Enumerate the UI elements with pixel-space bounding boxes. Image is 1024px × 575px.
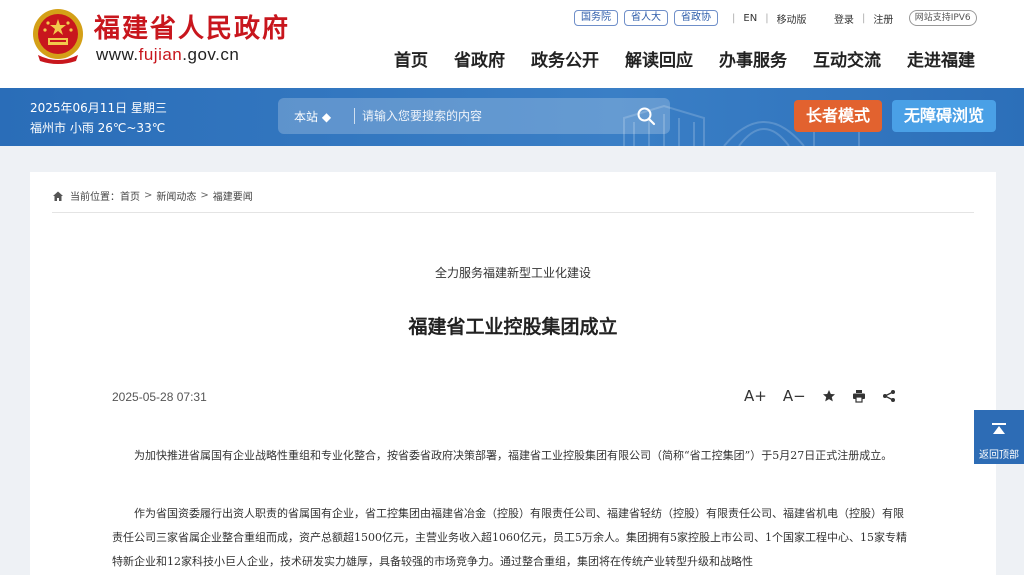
nav-home[interactable]: 首页 [394,46,428,71]
home-icon [53,191,63,201]
share-button[interactable] [882,386,896,406]
national-emblem-icon [33,9,83,64]
register-link[interactable]: 注册 [873,11,893,26]
breadcrumb-label: 当前位置： [70,192,120,203]
breadcrumb-home[interactable]: 首页 [120,188,140,203]
nav-government-affairs[interactable]: 政务公开 [531,46,599,71]
breadcrumb: 当前位置： 首页 > 新闻动态 > 福建要闻 [52,188,253,203]
breadcrumb-divider [52,212,974,213]
link-english[interactable]: EN [743,13,757,24]
nav-interaction[interactable]: 互动交流 [813,46,881,71]
current-date: 2025年06月11日 星期三 [30,101,167,115]
article-subtitle: 全力服务福建新型工业化建设 [434,266,591,280]
url-prefix: www. [96,45,139,64]
login-link[interactable]: 登录 [834,11,854,26]
back-to-top-button[interactable]: 返回顶部 [974,410,1024,464]
spacer: | [899,13,902,24]
article-title: 福建省工业控股集团成立 [408,316,618,338]
back-to-top-label: 返回顶部 [979,450,1019,461]
link-cppcc[interactable]: 省政协 [674,10,718,26]
site-url[interactable]: www.fujian.gov.cn [96,45,239,65]
divider: | [765,12,769,24]
search-divider [354,108,355,124]
ipv6-badge: 网站支持IPV6 [908,10,977,26]
article-tools: A+ A− [744,386,912,406]
spacer: | [819,13,822,24]
article-paragraph: 为加快推进省属国有企业战略性重组和专业化整合，按省委省政府决策部署，福建省工业控… [134,449,893,462]
main-nav: 首页 省政府 政务公开 解读回应 办事服务 互动交流 走进福建 [394,46,975,71]
divider: | [732,12,736,24]
link-state-council[interactable]: 国务院 [574,10,618,26]
article-paragraph: 作为省国资委履行出资人职责的省属国有企业，省工控集团由福建省冶金（控股）有限责任… [112,507,907,568]
publish-date: 2025-05-28 07:31 [112,390,207,404]
site-name[interactable]: 福建省人民政府 [94,8,290,45]
site-header: 福建省人民政府 www.fujian.gov.cn 国务院 省人大 省政协 | … [0,0,1024,88]
search-bar: 本站 ◆ [278,98,670,134]
font-decrease-button[interactable]: A− [783,386,806,406]
star-icon [822,390,835,402]
link-mobile[interactable]: 移动版 [777,11,807,26]
top-links: 国务院 省人大 省政协 | EN | 移动版 | 登录 | 注册 | 网站支持I… [574,10,977,26]
link-provincial-congress[interactable]: 省人大 [624,10,668,26]
nav-interpretation[interactable]: 解读回应 [625,46,693,71]
print-button[interactable] [852,386,866,406]
divider: | [861,12,866,24]
accessibility-button[interactable]: 无障碍浏览 [892,100,996,132]
url-suffix: .gov.cn [182,45,240,64]
favorite-button[interactable] [822,386,836,406]
breadcrumb-fujian-news[interactable]: 福建要闻 [213,188,253,203]
share-icon [882,390,895,402]
nav-services[interactable]: 办事服务 [719,46,787,71]
search-scope-select[interactable]: 本站 ◆ [294,108,331,125]
search-input[interactable] [362,102,622,130]
breadcrumb-news[interactable]: 新闻动态 [156,188,196,203]
info-search-band: 2025年06月11日 星期三 福州市 小雨 26℃~33℃ 本站 ◆ 长者模式… [0,88,1024,146]
nav-provincial-government[interactable]: 省政府 [454,46,505,71]
weather-info: 福州市 小雨 26℃~33℃ [30,121,166,135]
breadcrumb-separator: > [200,190,209,201]
arrow-up-icon [992,423,1006,434]
breadcrumb-separator: > [144,190,153,201]
nav-about-fujian[interactable]: 走进福建 [907,46,975,71]
search-icon[interactable] [636,106,656,126]
elder-mode-button[interactable]: 长者模式 [794,100,882,132]
font-increase-button[interactable]: A+ [744,386,767,406]
url-brand: fujian [138,45,183,64]
printer-icon [852,390,865,403]
article-card: 当前位置： 首页 > 新闻动态 > 福建要闻 全力服务福建新型工业化建设 福建省… [30,172,996,575]
